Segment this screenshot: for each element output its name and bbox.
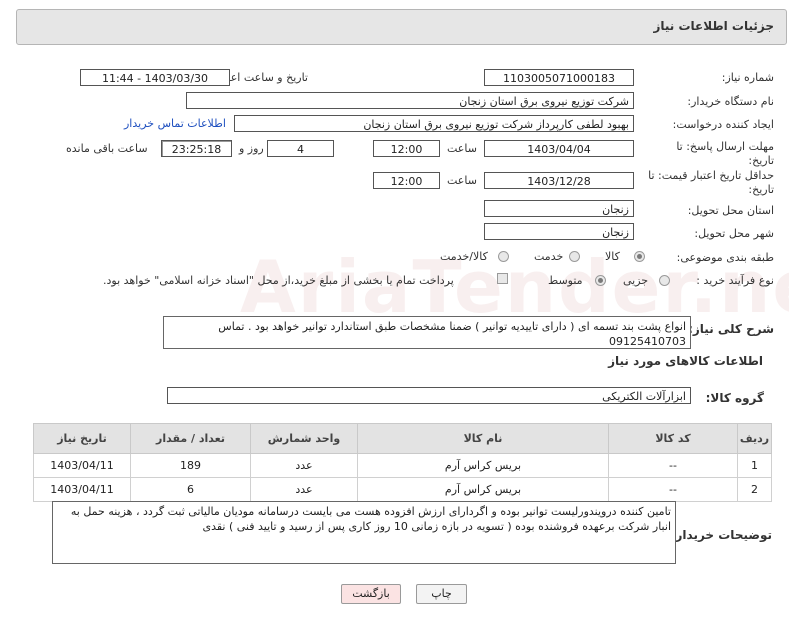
deadline-time-label: ساعت	[447, 142, 477, 155]
panel-header: جزئیات اطلاعات نیاز	[16, 9, 787, 45]
col-code-header: کد کالا	[608, 423, 738, 454]
buyer-notes-label: توضیحات خریدار:	[670, 528, 772, 542]
days-label: روز و	[239, 142, 264, 155]
cell-unit: عدد	[250, 477, 358, 502]
need-number-label: شماره نیاز:	[721, 71, 774, 84]
table-header-row: ردیف کد کالا نام کالا واحد شمارش تعداد /…	[33, 423, 772, 454]
process-partial-label: جزیی	[623, 274, 649, 287]
buyer-label: نام دستگاه خریدار:	[687, 95, 774, 108]
buyer-notes-field: تامین کننده درویندورلیست توانیر بوده و ا…	[52, 501, 676, 564]
cell-name: بریس کراس آرم	[357, 477, 609, 502]
col-date-header: تاریخ نیاز	[33, 423, 131, 454]
cell-date: 1403/04/11	[33, 477, 131, 502]
process-partial-radio[interactable]	[659, 275, 670, 286]
need-number-field: 1103005071000183	[484, 69, 634, 86]
contact-info-link[interactable]: اطلاعات تماس خریدار	[124, 117, 226, 130]
cell-row: 1	[737, 453, 772, 478]
cell-row: 2	[737, 477, 772, 502]
description-field: انواع پشت بند تسمه ای ( دارای تاییدیه تو…	[163, 316, 691, 349]
creator-label: ایجاد کننده درخواست:	[672, 118, 774, 131]
process-label: نوع فرآیند خرید :	[696, 274, 774, 287]
cell-qty: 189	[130, 453, 251, 478]
validity-label: حداقل تاریخ اعتبار قیمت: تا تاریخ:	[648, 169, 774, 196]
creator-field: بهبود لطفی کارپرداز شرکت توزیع نیروی برق…	[234, 115, 634, 132]
cell-qty: 6	[130, 477, 251, 502]
page-title: جزئیات اطلاعات نیاز	[653, 19, 774, 33]
col-qty-header: تعداد / مقدار	[130, 423, 251, 454]
deadline-date-field: 1403/04/04	[484, 140, 634, 157]
goods-table: ردیف کد کالا نام کالا واحد شمارش تعداد /…	[33, 423, 772, 502]
goods-group-field: ابزارآلات الکتریکی	[167, 387, 691, 404]
table-row: 2 -- بریس کراس آرم عدد 6 1403/04/11	[33, 477, 772, 502]
payment-note: پرداخت تمام یا بخشی از مبلغ خرید،از محل …	[103, 274, 454, 287]
category-service-radio[interactable]	[569, 251, 580, 262]
cell-code: --	[608, 477, 738, 502]
validity-date-field: 1403/12/28	[484, 172, 634, 189]
category-goods-radio[interactable]	[634, 251, 645, 262]
category-service-label: خدمت	[534, 250, 564, 263]
print-button[interactable]: چاپ	[416, 584, 467, 604]
deadline-label: مهلت ارسال پاسخ: تا تاریخ:	[676, 140, 774, 167]
city-label: شهر محل تحویل:	[694, 227, 774, 240]
back-button[interactable]: بازگشت	[341, 584, 401, 604]
buyer-field: شرکت توزیع نیروی برق استان زنجان	[186, 92, 634, 109]
process-medium-label: متوسط	[548, 274, 583, 287]
province-field: زنجان	[484, 200, 634, 217]
remaining-label: ساعت باقی مانده	[66, 142, 148, 155]
validity-time-field: 12:00	[373, 172, 440, 189]
goods-info-title: اطلاعات کالاهای مورد نیاز	[608, 354, 763, 368]
col-unit-header: واحد شمارش	[250, 423, 358, 454]
category-both-label: کالا/خدمت	[440, 250, 488, 263]
days-field: 4	[267, 140, 334, 157]
category-goods-label: کالا	[605, 250, 620, 263]
description-label: شرح کلی نیاز:	[688, 322, 774, 336]
announce-field: 1403/03/30 - 11:44	[80, 69, 230, 86]
process-medium-radio[interactable]	[595, 275, 606, 286]
cell-name: بریس کراس آرم	[357, 453, 609, 478]
col-row-header: ردیف	[737, 423, 772, 454]
payment-treasury-checkbox[interactable]	[497, 273, 508, 284]
col-name-header: نام کالا	[357, 423, 609, 454]
validity-time-label: ساعت	[447, 174, 477, 187]
category-label: طبقه بندی موضوعی:	[676, 251, 774, 264]
deadline-time-field: 12:00	[373, 140, 440, 157]
city-field: زنجان	[484, 223, 634, 240]
cell-code: --	[608, 453, 738, 478]
cell-unit: عدد	[250, 453, 358, 478]
goods-group-label: گروه کالا:	[705, 391, 764, 405]
province-label: استان محل تحویل:	[687, 204, 774, 217]
remaining-time-field: 23:25:18	[161, 140, 232, 157]
cell-date: 1403/04/11	[33, 453, 131, 478]
table-row: 1 -- بریس کراس آرم عدد 189 1403/04/11	[33, 453, 772, 478]
category-both-radio[interactable]	[498, 251, 509, 262]
